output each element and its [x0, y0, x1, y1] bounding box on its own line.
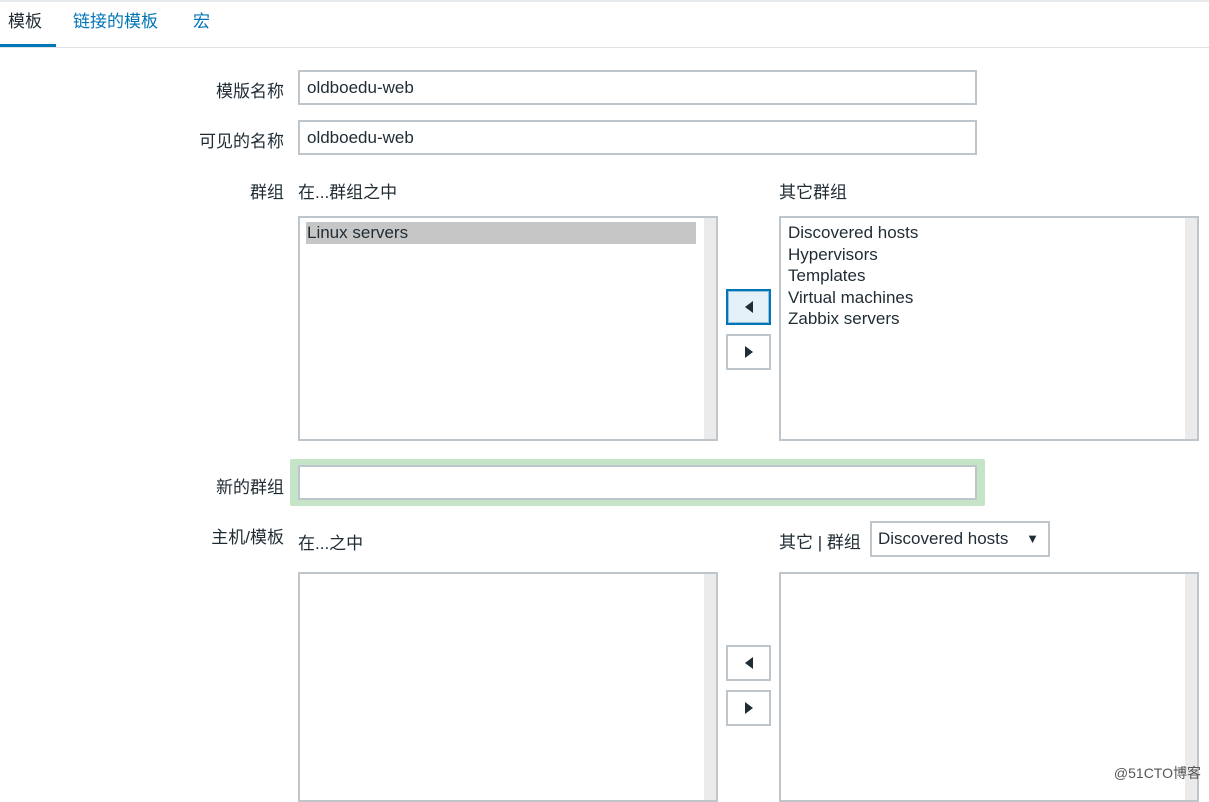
list-item[interactable]: Hypervisors — [781, 244, 1197, 266]
group-select-value: Discovered hosts — [878, 529, 1009, 548]
hosts-templates-label: 主机/模板 — [211, 528, 284, 547]
arrow-right-icon — [744, 702, 753, 714]
in-groups-title: 在...群组之中 — [298, 183, 398, 202]
list-item[interactable]: Virtual machines — [781, 287, 1197, 309]
tab-template[interactable]: 模板 — [0, 2, 56, 47]
template-name-label: 模版名称 — [216, 82, 284, 101]
in-groups-list[interactable]: Linux servers — [298, 216, 718, 441]
template-name-input[interactable] — [298, 70, 977, 105]
scrollbar[interactable] — [704, 218, 716, 439]
other-groups-title: 其它群组 — [779, 183, 847, 202]
tab-bar: 模板 链接的模板 宏 — [0, 2, 1209, 48]
other-hosts-title: 其它 | 群组 — [779, 533, 861, 552]
move-to-in-hosts-button[interactable] — [726, 645, 771, 681]
other-groups-list[interactable]: Discovered hosts Hypervisors Templates V… — [779, 216, 1199, 441]
move-to-other-groups-button[interactable] — [726, 334, 771, 370]
visible-name-label: 可见的名称 — [199, 132, 284, 151]
list-item[interactable]: Discovered hosts — [781, 222, 1197, 244]
new-group-input[interactable] — [298, 465, 977, 500]
tab-macros[interactable]: 宏 — [193, 2, 210, 44]
groups-label: 群组 — [250, 183, 284, 202]
new-group-label: 新的群组 — [216, 478, 284, 497]
list-item[interactable]: Templates — [781, 265, 1197, 287]
scrollbar[interactable] — [704, 574, 716, 800]
list-item[interactable]: Linux servers — [306, 222, 696, 244]
visible-name-input[interactable] — [298, 120, 977, 155]
arrow-right-icon — [744, 346, 753, 358]
scrollbar[interactable] — [1185, 218, 1197, 439]
arrow-left-icon — [744, 301, 753, 313]
list-item[interactable]: Zabbix servers — [781, 308, 1197, 330]
arrow-left-icon — [744, 657, 753, 669]
group-select[interactable]: Discovered hosts ▼ — [870, 521, 1050, 557]
move-to-other-hosts-button[interactable] — [726, 690, 771, 726]
in-hosts-list[interactable] — [298, 572, 718, 802]
watermark: @51CTO博客 — [1113, 765, 1201, 781]
tab-linked-templates[interactable]: 链接的模板 — [73, 2, 158, 44]
in-hosts-title: 在...之中 — [298, 534, 364, 553]
move-to-in-groups-button[interactable] — [726, 289, 771, 325]
chevron-down-icon: ▼ — [1026, 531, 1039, 546]
